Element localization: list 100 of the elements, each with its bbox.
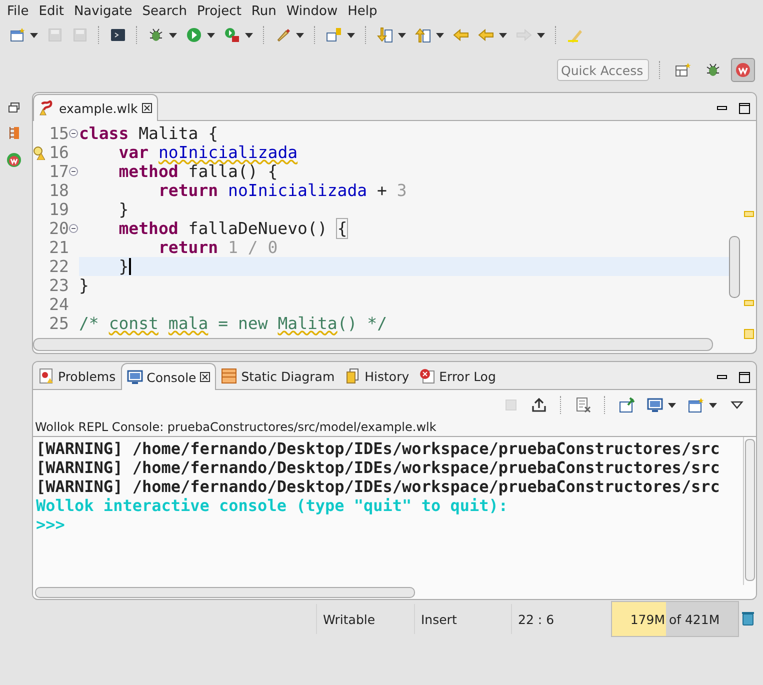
open-perspective-icon [675, 62, 691, 78]
wollok-icon[interactable] [6, 152, 22, 168]
line-number: 23 [48, 276, 69, 295]
wollok-icon [735, 62, 751, 78]
display-icon [647, 397, 663, 413]
menu-item[interactable]: File [2, 4, 34, 18]
console-line: Wollok interactive console (type "quit" to quit): [36, 496, 510, 515]
menu-item[interactable]: Navigate [68, 4, 138, 18]
caret-icon[interactable] [207, 32, 215, 38]
menu-item[interactable]: Search [137, 4, 192, 18]
pen-icon [275, 27, 291, 43]
collapse-icon[interactable] [69, 129, 78, 138]
next-annotation-button[interactable] [374, 25, 409, 45]
console-line: >>> [36, 515, 66, 534]
vertical-scrollbar[interactable] [745, 439, 755, 581]
debug-icon [148, 27, 164, 43]
line-number: 17 [48, 162, 69, 181]
view-tab[interactable]: History [340, 363, 414, 389]
caret-icon[interactable] [347, 32, 355, 38]
menu-item[interactable]: Help [342, 4, 382, 18]
line-number: 25 [48, 314, 69, 333]
perspective-button[interactable] [731, 58, 755, 82]
console-line: [WARNING] /home/fernando/Desktop/IDEs/workspace/pruebaConstructores/src [36, 458, 721, 477]
code-line: var noInicializada [118, 143, 298, 162]
problems-icon [38, 368, 54, 384]
console-title: Wollok REPL Console: pruebaConstructores/src/model/example.wlk [34, 420, 438, 436]
line-number: 15 [48, 124, 69, 143]
menu-item[interactable]: Project [192, 4, 246, 18]
caret-icon[interactable] [709, 402, 717, 408]
menu-item[interactable]: Run [246, 4, 282, 18]
line-number: 22 [48, 257, 69, 276]
new-icon [9, 27, 25, 43]
next-annotation-icon [377, 27, 393, 43]
code-line: } [118, 257, 129, 276]
caret-icon[interactable] [436, 32, 444, 38]
clear-icon [575, 397, 591, 413]
open-type-icon [326, 27, 342, 43]
prev-annotation-icon [415, 27, 431, 43]
console-icon [126, 369, 143, 385]
editor-tab[interactable]: example.wlk [33, 94, 158, 121]
code-line: return noInicializada + 3 [157, 181, 407, 200]
code-line: } [79, 276, 89, 295]
code-line: return 1 / 0 [157, 238, 278, 257]
minimize-icon [717, 106, 727, 110]
caret-icon[interactable] [499, 32, 507, 38]
highlight-icon [567, 27, 583, 43]
quick-access-field[interactable]: Quick Access [557, 59, 649, 81]
diagram-icon [221, 368, 238, 384]
back-icon [478, 27, 494, 43]
console-line: [WARNING] /home/fernando/Desktop/IDEs/workspace/pruebaConstructores/src [36, 477, 721, 496]
stop-icon [503, 397, 519, 413]
caret-icon[interactable] [169, 32, 177, 38]
caret-icon[interactable] [30, 32, 38, 38]
code-line: } [118, 200, 129, 219]
export-icon [531, 397, 547, 413]
caret-icon[interactable] [668, 402, 676, 408]
new-console-icon [688, 397, 704, 413]
caret-icon[interactable] [398, 32, 406, 38]
close-icon[interactable] [142, 103, 152, 113]
maximize-icon [739, 372, 750, 382]
collapse-icon[interactable] [69, 167, 78, 176]
run-external-icon [224, 27, 240, 43]
horizontal-scrollbar[interactable] [33, 338, 713, 351]
warning-bulb-icon[interactable] [33, 146, 45, 160]
caret-icon[interactable] [245, 32, 253, 38]
save-icon [47, 27, 63, 43]
file-warning-icon [39, 100, 55, 116]
history-icon [344, 368, 361, 384]
view-tab[interactable]: Console [120, 363, 216, 390]
caret-icon[interactable] [296, 32, 304, 38]
cursor-position: 22 : 6 [511, 604, 601, 634]
code-line: method falla() { [118, 162, 278, 181]
code-line: class Malita { [79, 124, 218, 143]
line-number: 24 [48, 295, 69, 314]
restore-icon[interactable] [8, 102, 20, 114]
last-edit-icon [453, 27, 469, 43]
close-icon[interactable] [200, 372, 210, 382]
run-icon [186, 27, 202, 43]
line-number: 20 [48, 219, 69, 238]
warning-marker[interactable] [744, 211, 754, 217]
minimize-icon [717, 375, 727, 379]
view-tab[interactable]: Error Log [414, 363, 501, 389]
error-log-icon [419, 368, 436, 384]
line-number: 21 [48, 238, 69, 257]
trash-icon [741, 610, 755, 626]
menu-item[interactable]: Edit [34, 4, 69, 18]
view-tab[interactable]: Problems [33, 363, 121, 389]
heap-status[interactable]: 179M of 421M [611, 601, 739, 637]
garbage-collect-button[interactable] [739, 610, 757, 628]
warning-marker[interactable] [744, 300, 754, 306]
horizontal-scrollbar[interactable] [35, 586, 415, 598]
outline-icon[interactable] [8, 126, 20, 140]
pin-icon [619, 397, 635, 413]
menu-item[interactable]: Window [281, 4, 343, 18]
maximize-icon [739, 102, 750, 114]
line-number: 16 [48, 143, 69, 162]
view-tab[interactable]: Static Diagram [216, 363, 340, 389]
vertical-scrollbar[interactable] [729, 236, 740, 298]
line-number: 18 [48, 181, 69, 200]
collapse-icon[interactable] [69, 224, 78, 233]
